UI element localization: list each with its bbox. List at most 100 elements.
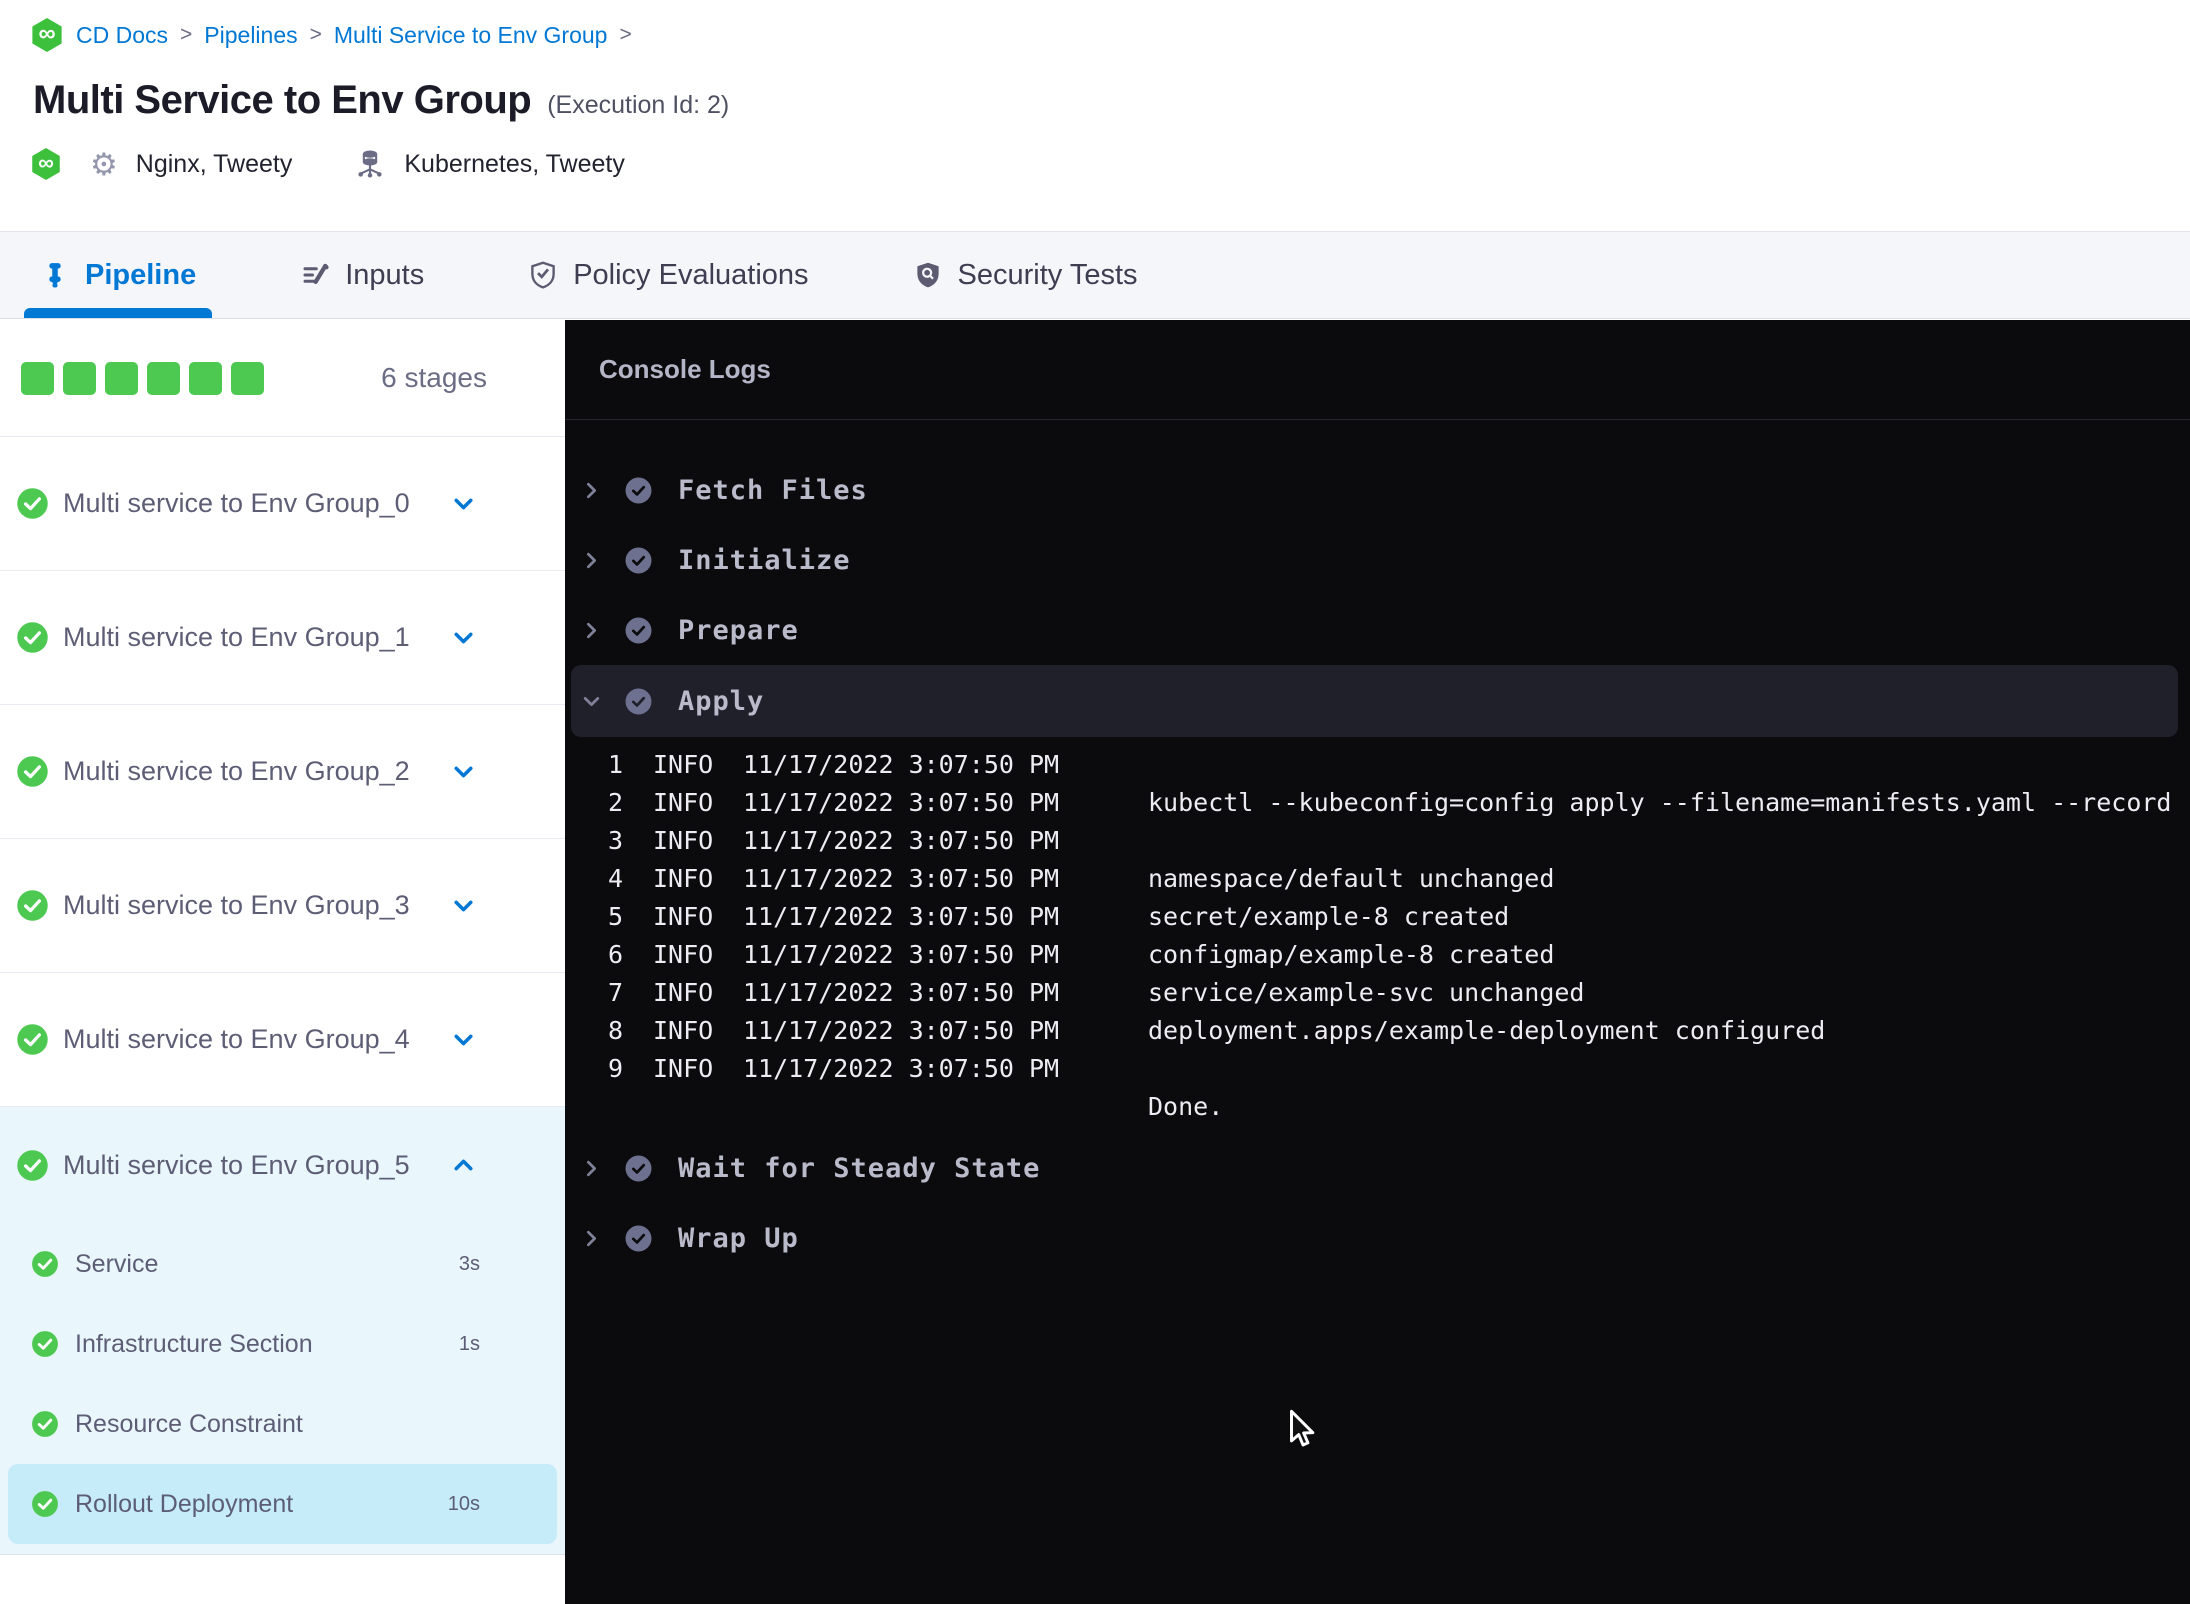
stage-status-squares	[21, 361, 264, 395]
breadcrumb-link-cd-docs[interactable]: CD Docs	[76, 22, 168, 49]
stage-row[interactable]: Multi service to Env Group_1	[0, 571, 565, 705]
environments-label: Kubernetes, Tweety	[404, 149, 625, 178]
chevron-right-icon[interactable]	[581, 1228, 602, 1249]
log-level: INFO	[653, 977, 714, 1007]
chevron-down-icon[interactable]	[450, 490, 477, 517]
log-message: configmap/example-8 created	[1148, 939, 1555, 969]
success-check-icon	[17, 622, 48, 653]
stage-row-expanded[interactable]: Multi service to Env Group_5	[0, 1107, 565, 1224]
step-duration: 1s	[458, 1332, 480, 1355]
log-level: INFO	[653, 1015, 714, 1045]
stage-row[interactable]: Multi service to Env Group_0	[0, 437, 565, 571]
tab-security-tests[interactable]: Security Tests	[913, 232, 1138, 318]
console-step-row[interactable]: Wait for Steady State	[565, 1133, 2190, 1203]
tab-pipeline[interactable]: Pipeline	[23, 232, 213, 318]
console-steps-before: Fetch Files Initialize Prepare	[565, 455, 2190, 665]
chevron-down-icon[interactable]	[450, 758, 477, 785]
stage-status-square	[21, 361, 54, 395]
breadcrumb-separator: >	[309, 23, 322, 46]
stage-count-label: 6 stages	[381, 362, 487, 393]
chevron-down-icon[interactable]	[450, 1026, 477, 1053]
stage-row[interactable]: Multi service to Env Group_2	[0, 705, 565, 839]
console-step-name: Wrap Up	[678, 1222, 799, 1254]
tab-inputs[interactable]: Inputs	[300, 232, 424, 318]
breadcrumb-link-pipelines[interactable]: Pipelines	[204, 22, 297, 49]
log-line: 3 INFO 11/17/2022 3:07:50 PM	[565, 821, 2190, 859]
log-message: kubectl --kubeconfig=config apply --file…	[1148, 787, 2172, 817]
chevron-right-icon[interactable]	[581, 550, 602, 571]
step-name: Service	[75, 1249, 159, 1278]
breadcrumb-link-pipeline-name[interactable]: Multi Service to Env Group	[334, 22, 608, 49]
step-name: Resource Constraint	[75, 1409, 303, 1438]
inputs-icon	[303, 263, 329, 284]
step-duration: 10s	[447, 1492, 480, 1515]
log-line: 6 INFO 11/17/2022 3:07:50 PM configmap/e…	[565, 935, 2190, 973]
log-timestamp: 11/17/2022 3:07:50 PM	[743, 939, 1060, 969]
step-name: Infrastructure Section	[75, 1329, 313, 1358]
success-check-icon	[32, 1411, 58, 1437]
stage-name: Multi service to Env Group_3	[63, 890, 410, 920]
success-check-icon	[17, 756, 48, 787]
cd-module-icon: ∞	[32, 148, 60, 180]
success-check-icon	[17, 890, 48, 921]
step-success-icon	[625, 688, 652, 714]
log-line-number: 9	[607, 1053, 623, 1083]
stage-status-square	[231, 361, 264, 395]
expanded-stage-section: Multi service to Env Group_5 Service 3s …	[0, 1107, 565, 1555]
stage-row[interactable]: Multi service to Env Group_3	[0, 839, 565, 973]
console-step-row-expanded[interactable]: Apply	[571, 665, 2178, 737]
stage-name: Multi service to Env Group_1	[63, 622, 410, 652]
environments-icon	[358, 150, 382, 178]
log-timestamp: 11/17/2022 3:07:50 PM	[743, 787, 1060, 817]
log-line: Done.	[565, 1087, 2190, 1125]
success-check-icon	[17, 1024, 48, 1055]
cd-module-icon: ∞	[32, 18, 62, 52]
step-row[interactable]: Infrastructure Section 1s	[0, 1304, 565, 1384]
tab-policy-evaluations[interactable]: Policy Evaluations	[528, 232, 809, 318]
step-success-icon	[625, 1155, 652, 1181]
log-level: INFO	[653, 825, 714, 855]
step-success-icon	[625, 477, 652, 503]
log-level: INFO	[653, 901, 714, 931]
execution-tabbar: Pipeline Inputs Policy Evaluations Secur…	[0, 231, 2190, 319]
log-timestamp: 11/17/2022 3:07:50 PM	[743, 1015, 1060, 1045]
chevron-up-icon[interactable]	[450, 1152, 477, 1179]
log-timestamp: 11/17/2022 3:07:50 PM	[743, 863, 1060, 893]
step-row[interactable]: Service 3s	[0, 1224, 565, 1304]
breadcrumb: ∞ CD Docs > Pipelines > Multi Service to…	[30, 18, 632, 52]
chevron-right-icon[interactable]	[581, 480, 602, 501]
log-line: 1 INFO 11/17/2022 3:07:50 PM	[565, 745, 2190, 783]
log-line-number: 5	[607, 901, 623, 931]
console-header: Console Logs	[565, 320, 2190, 420]
console-step-row[interactable]: Initialize	[565, 525, 2190, 595]
step-duration: 3s	[458, 1252, 480, 1275]
console-step-row[interactable]: Fetch Files	[565, 455, 2190, 525]
log-line: 7 INFO 11/17/2022 3:07:50 PM service/exa…	[565, 973, 2190, 1011]
step-row[interactable]: Resource Constraint	[0, 1384, 565, 1464]
console-step-name: Initialize	[678, 544, 851, 576]
step-row[interactable]: Rollout Deployment 10s	[8, 1464, 557, 1544]
console-step-row[interactable]: Prepare	[565, 595, 2190, 665]
log-message: service/example-svc unchanged	[1148, 977, 1585, 1007]
console-title: Console Logs	[599, 354, 771, 384]
log-line-number: 1	[607, 749, 623, 779]
policy-shield-icon	[531, 261, 556, 289]
console-step-name: Wait for Steady State	[678, 1152, 1041, 1184]
chevron-down-icon[interactable]	[581, 691, 602, 712]
chevron-down-icon[interactable]	[450, 892, 477, 919]
log-level: INFO	[653, 1053, 714, 1083]
log-message: Done.	[1148, 1091, 1224, 1121]
log-line-number: 7	[607, 977, 623, 1007]
log-line: 9 INFO 11/17/2022 3:07:50 PM	[565, 1049, 2190, 1087]
chevron-right-icon[interactable]	[581, 1158, 602, 1179]
step-name: Rollout Deployment	[75, 1489, 294, 1518]
console-step-row[interactable]: Wrap Up	[565, 1203, 2190, 1273]
log-message: namespace/default unchanged	[1148, 863, 1555, 893]
stage-name: Multi service to Env Group_2	[63, 756, 410, 786]
breadcrumb-separator: >	[180, 23, 193, 46]
stage-row[interactable]: Multi service to Env Group_4	[0, 973, 565, 1107]
chevron-down-icon[interactable]	[450, 624, 477, 651]
success-check-icon	[32, 1491, 58, 1517]
chevron-right-icon[interactable]	[581, 620, 602, 641]
success-check-icon	[32, 1331, 58, 1357]
